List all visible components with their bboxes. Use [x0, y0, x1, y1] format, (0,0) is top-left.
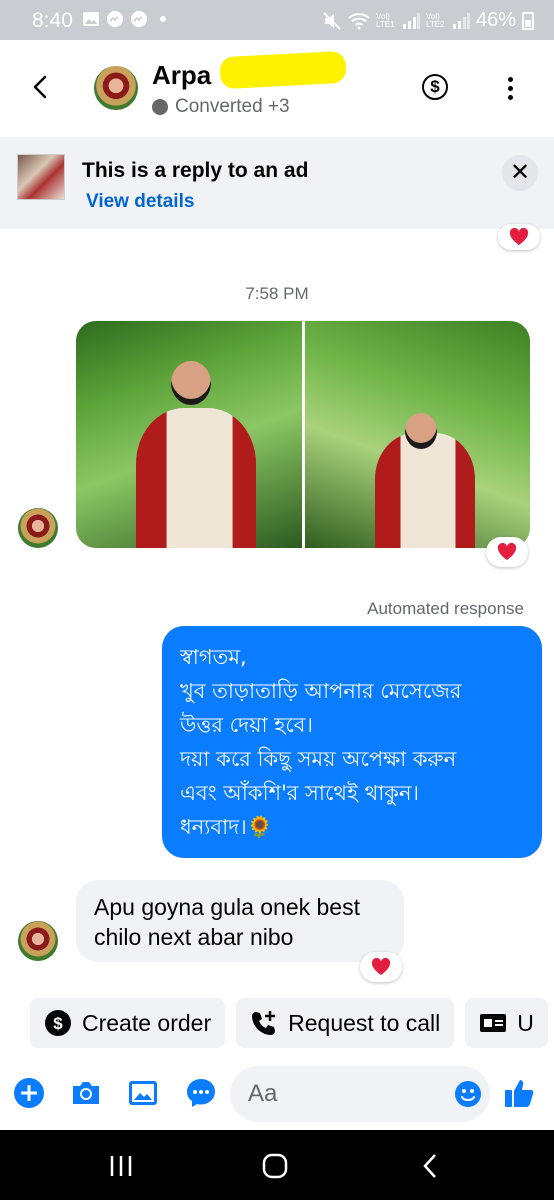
- dollar-circle-icon: $: [44, 1009, 72, 1037]
- message-line: দয়া করে কিছু সময় অপেক্ষা করুন: [180, 747, 457, 771]
- battery-icon: [522, 11, 534, 30]
- photo-message[interactable]: [76, 321, 530, 548]
- message-input[interactable]: [248, 1078, 448, 1110]
- reaction-heart-badge-photo[interactable]: [486, 537, 528, 567]
- message-line: এবং আঁকশি'র সাথেই থাকুন।: [180, 781, 420, 805]
- outgoing-message-bubble[interactable]: স্বাগতম, খুব তাড়াতাড়ি আপনার মেসেজের উত…: [162, 626, 542, 858]
- recent-apps-icon[interactable]: [106, 1152, 136, 1180]
- photo-attachment-1[interactable]: [76, 321, 302, 548]
- heart-icon: [509, 228, 529, 245]
- chat-bubble-icon[interactable]: [184, 1076, 218, 1110]
- chat-header: Arpa Converted +3 $: [0, 40, 554, 136]
- create-order-button[interactable]: $ Create order: [30, 998, 226, 1048]
- contact-status[interactable]: Converted +3: [152, 96, 290, 118]
- sender-avatar-2[interactable]: [18, 921, 58, 961]
- sim1-label: Vol) LTE1: [375, 11, 395, 29]
- request-to-call-label: Request to call: [288, 1009, 441, 1036]
- message-line: ধন্যবাদ।🌻: [180, 815, 273, 839]
- more-options-icon[interactable]: [500, 74, 520, 104]
- heart-icon: [371, 958, 391, 975]
- reaction-heart-badge-text[interactable]: [360, 952, 402, 982]
- ad-thumbnail[interactable]: [17, 154, 65, 200]
- more-quick-action-button[interactable]: U: [465, 998, 548, 1048]
- thumbs-up-icon[interactable]: [502, 1076, 536, 1110]
- contact-card-icon: [479, 1009, 507, 1037]
- home-icon[interactable]: [260, 1152, 290, 1180]
- message-input-pill[interactable]: [230, 1066, 490, 1122]
- android-navigation-bar: [0, 1130, 554, 1200]
- photo-subject: [136, 408, 256, 548]
- message-line: স্বাগতম,: [180, 645, 247, 669]
- back-nav-icon[interactable]: [416, 1152, 446, 1180]
- wifi-icon: [348, 12, 370, 29]
- gallery-notification-icon: [83, 12, 99, 26]
- more-quick-action-label: U: [517, 1009, 534, 1036]
- heart-icon: [497, 543, 517, 560]
- battery-percent: 46%: [475, 9, 516, 31]
- signal-1-icon: [402, 12, 420, 29]
- messenger-notification-icon: [107, 11, 123, 27]
- message-line: উত্তর দেয়া হবে।: [180, 713, 313, 737]
- status-time: 8:40: [32, 9, 73, 32]
- contact-name[interactable]: Arpa: [152, 60, 211, 91]
- close-icon: ✕: [509, 159, 531, 186]
- quick-actions-row: $ Create order Request to call U: [30, 998, 548, 1048]
- status-dot-icon: [152, 99, 168, 115]
- ad-reply-banner: This is a reply to an ad View details ✕: [0, 137, 554, 229]
- message-composer: [0, 1062, 554, 1128]
- more-notifications-dot-icon: [160, 16, 166, 22]
- create-order-label: Create order: [82, 1009, 212, 1036]
- plus-icon[interactable]: [12, 1076, 46, 1110]
- phone-plus-icon: [250, 1009, 278, 1037]
- automated-response-label: Automated response: [367, 599, 524, 618]
- view-details-link[interactable]: View details: [86, 191, 194, 213]
- message-timestamp: 7:58 PM: [245, 284, 309, 303]
- incoming-message-bubble[interactable]: Apu goyna gula onek best chilo next abar…: [76, 880, 404, 962]
- request-to-call-button[interactable]: Request to call: [236, 998, 455, 1048]
- status-bar: 8:40 Vol) LTE1 Vol) LTE2 46%: [0, 0, 554, 40]
- signal-2-icon: [452, 12, 470, 29]
- emoji-icon[interactable]: [454, 1080, 482, 1108]
- close-banner-button[interactable]: ✕: [502, 155, 538, 191]
- camera-icon[interactable]: [69, 1076, 103, 1110]
- back-arrow-icon[interactable]: [26, 72, 56, 102]
- sim2-label: Vol) LTE2: [425, 11, 445, 29]
- contact-avatar[interactable]: [94, 66, 138, 110]
- photo-attachment-2[interactable]: [304, 321, 530, 548]
- ad-banner-title: This is a reply to an ad: [82, 159, 309, 182]
- photo-subject-2: [374, 433, 475, 548]
- contact-status-label: Converted +3: [175, 96, 290, 117]
- redaction-highlight: [219, 50, 347, 90]
- reaction-heart-badge[interactable]: [498, 224, 540, 250]
- svg-text:$: $: [53, 1014, 63, 1033]
- gallery-icon[interactable]: [126, 1076, 160, 1110]
- payment-dollar-icon[interactable]: $: [422, 74, 448, 100]
- messenger-notification-icon-2: [131, 11, 147, 27]
- mute-icon: [323, 11, 341, 30]
- incoming-message-text: Apu goyna gula onek best chilo next abar…: [94, 894, 360, 950]
- sender-avatar[interactable]: [18, 508, 58, 548]
- message-line: খুব তাড়াতাড়ি আপনার মেসেজের: [180, 679, 462, 703]
